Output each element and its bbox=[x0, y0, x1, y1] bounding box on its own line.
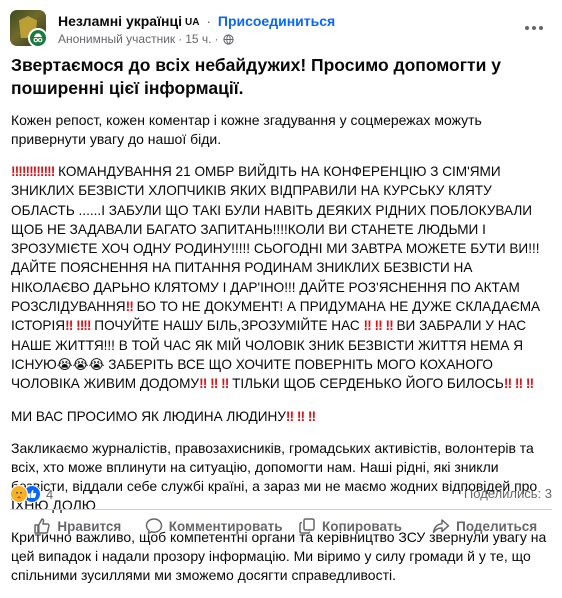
reaction-count: 4 bbox=[46, 486, 54, 502]
double-exclamation-icon: ‼ bbox=[47, 164, 55, 179]
double-exclamation-icon: ‼ bbox=[39, 164, 48, 179]
group-flag: UA bbox=[184, 17, 200, 28]
double-exclamation-icon: ‼ bbox=[221, 376, 229, 392]
more-options-icon[interactable] bbox=[522, 16, 546, 40]
double-exclamation-icon: ‼ bbox=[307, 408, 316, 424]
reactions-summary[interactable]: 4 bbox=[10, 485, 53, 503]
double-exclamation-icon: ‼ bbox=[514, 376, 523, 392]
post-paragraph-2: ‼‼‼‼‼‼ КОМАНДУВАННЯ 21 ОМБР ВИЙДІТЬ НА К… bbox=[11, 162, 551, 394]
share-label: Поделиться bbox=[456, 518, 538, 534]
group-avatar[interactable] bbox=[10, 10, 50, 50]
post-meta: Анонимный участник · 15 ч. · bbox=[58, 32, 235, 46]
group-title-line: Незламні українці UA · Присоединиться bbox=[58, 13, 335, 29]
double-exclamation-icon: ‼ bbox=[199, 376, 207, 392]
post-text-segment: МИ ВАС ПРОСИМО ЯК ЛЮДИНА ЛЮДИНУ bbox=[11, 408, 286, 424]
crying-face-icon: 😭 bbox=[72, 356, 89, 372]
post-text-segment: ПОЧУЙТЕ НАШУ БІЛЬ,ЗРОЗУМІЙТЕ НАС bbox=[94, 318, 360, 334]
share-arrow-icon bbox=[432, 519, 450, 534]
double-exclamation-icon: ‼ bbox=[83, 318, 91, 334]
author-name[interactable]: Анонимный участник bbox=[58, 32, 175, 46]
post-text-segment: ТІЛЬКИ ЩОБ СЕРДЕНЬКО ЙОГО БИЛОСЬ bbox=[232, 376, 504, 392]
double-exclamation-icon: ‼ bbox=[363, 318, 371, 334]
double-exclamation-icon: ‼ bbox=[525, 376, 534, 392]
care-reaction-icon bbox=[10, 485, 28, 503]
group-post: Незламні українці UA · Присоединиться Ано… bbox=[0, 0, 562, 583]
post-actions-bar: Нравится Комментировать Копировать Подел… bbox=[10, 512, 552, 540]
double-exclamation-icon: ‼ bbox=[503, 376, 512, 392]
copy-icon bbox=[299, 518, 315, 534]
post-text-segment: КОМАНДУВАННЯ 21 ОМБР ВИЙДІТЬ НА КОНФЕРЕН… bbox=[11, 164, 540, 315]
double-exclamation-icon: ‼ bbox=[210, 376, 218, 392]
double-exclamation-icon: ‼ bbox=[385, 318, 393, 334]
double-exclamation-icon: ‼ bbox=[296, 408, 305, 424]
join-group-link[interactable]: Присоединиться bbox=[218, 13, 335, 29]
post-header: Незламні українці UA · Присоединиться Ано… bbox=[10, 10, 550, 50]
double-exclamation-icon: ‼ bbox=[65, 318, 73, 334]
double-exclamation-icon: ‼ bbox=[374, 318, 382, 334]
crying-face-icon: 😭 bbox=[56, 356, 73, 372]
copy-label: Копировать bbox=[321, 518, 402, 534]
double-exclamation-icon: ‼ bbox=[25, 164, 33, 179]
group-name-link[interactable]: Незламні українці bbox=[58, 13, 182, 29]
post-stats: 4 Поделились: 3 bbox=[10, 484, 552, 504]
anonymous-badge-icon bbox=[28, 28, 48, 48]
separator-dot: · bbox=[178, 32, 183, 46]
like-button[interactable]: Нравится bbox=[10, 512, 145, 540]
crying-face-icon: 😭 bbox=[88, 356, 105, 372]
like-label: Нравится bbox=[57, 518, 122, 534]
comment-button[interactable]: Комментировать bbox=[145, 512, 283, 540]
separator-dot: · bbox=[206, 13, 211, 29]
separator-dot: · bbox=[214, 32, 219, 46]
comment-icon bbox=[145, 518, 162, 535]
share-button[interactable]: Поделиться bbox=[417, 512, 552, 540]
post-time[interactable]: 15 ч. bbox=[185, 32, 211, 46]
copy-button[interactable]: Копировать bbox=[283, 512, 418, 540]
post-paragraph-3: МИ ВАС ПРОСИМО ЯК ЛЮДИНА ЛЮДИНУ‼ ‼ ‼ bbox=[11, 407, 551, 426]
post-paragraph-1: Кожен репост, кожен коментар і кожне зга… bbox=[11, 112, 482, 147]
post-headline: Звертаємося до всіх небайдужих! Просимо … bbox=[11, 55, 501, 98]
actions-divider bbox=[10, 509, 552, 510]
double-exclamation-icon: ‼ bbox=[32, 164, 41, 179]
globe-icon bbox=[223, 33, 235, 45]
comment-label: Комментировать bbox=[168, 518, 283, 534]
double-exclamation-icon: ‼ bbox=[285, 408, 294, 424]
shares-count[interactable]: Поделились: 3 bbox=[464, 486, 552, 501]
thumbs-up-icon bbox=[34, 518, 51, 534]
double-exclamation-icon: ‼ bbox=[125, 299, 134, 315]
